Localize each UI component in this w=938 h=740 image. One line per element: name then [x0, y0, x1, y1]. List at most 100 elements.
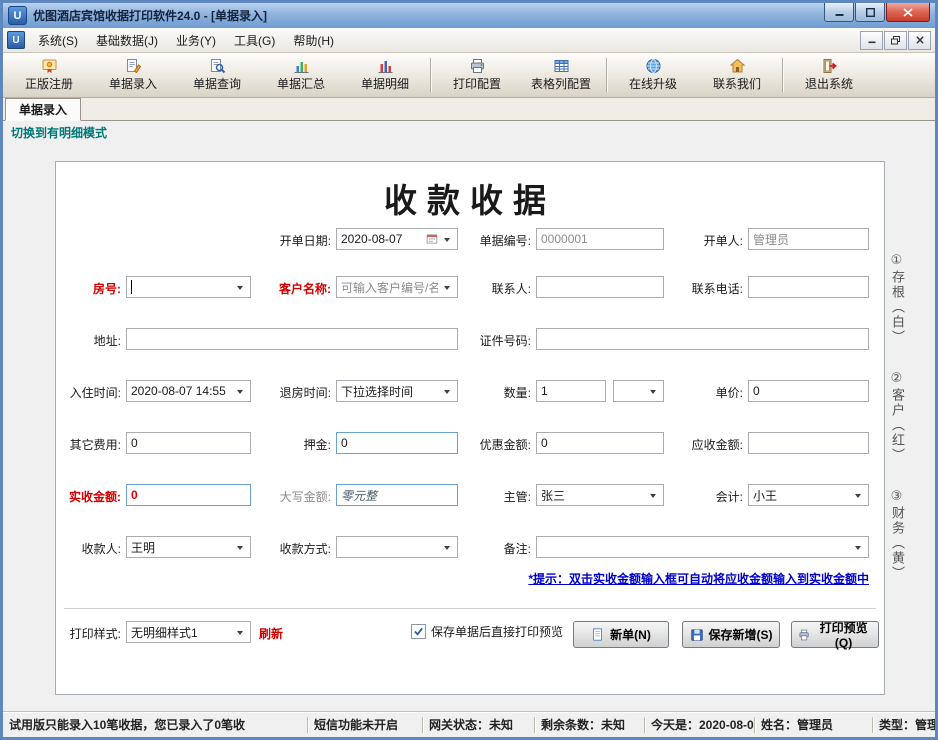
close-button[interactable] [886, 3, 930, 22]
copy-label-stub: ①存根（白） [888, 253, 907, 345]
received-input[interactable]: 0 [126, 484, 251, 506]
chevron-down-icon[interactable] [440, 381, 453, 401]
toolbar-separator [782, 58, 784, 92]
chevron-down-icon[interactable] [233, 622, 246, 642]
customer-combobox[interactable]: 可输入客户编号/名 [336, 276, 458, 298]
receipt-form-panel: 收款收据 开单日期: 2020-08-07 单据编号: 0000001 开单人:… [55, 161, 885, 695]
discount-input[interactable]: 0 [536, 432, 664, 454]
chevron-down-icon[interactable] [851, 485, 864, 505]
status-remaining: 剩余条数：未知 [535, 717, 645, 733]
status-gateway: 网关状态：未知 [423, 717, 535, 733]
pay-method-combobox[interactable] [336, 536, 458, 558]
address-input[interactable] [126, 328, 458, 350]
receivable-input[interactable] [748, 432, 869, 454]
payee-combobox[interactable]: 王明 [126, 536, 251, 558]
app-window: U 优图酒店宾馆收据打印软件24.0 - [单据录入] U 系统(S) 基础数据… [0, 0, 938, 740]
chevron-down-icon[interactable] [440, 277, 453, 297]
operator-input[interactable]: 管理员 [748, 228, 869, 250]
register-button[interactable]: 正版注册 [7, 54, 91, 96]
checkout-combobox[interactable]: 下拉选择时间 [336, 380, 458, 402]
exit-button[interactable]: 退出系统 [787, 54, 871, 96]
chevron-down-icon[interactable] [646, 485, 659, 505]
deposit-input[interactable]: 0 [336, 432, 458, 454]
chevron-down-icon[interactable] [440, 229, 453, 249]
receivable-field: 应收金额: [748, 432, 869, 454]
chevron-down-icon[interactable] [233, 381, 246, 401]
room-no-combobox[interactable] [126, 276, 251, 298]
maximize-button[interactable] [855, 3, 885, 22]
status-usertype: 类型：管理 [873, 717, 935, 733]
tab-bill-entry[interactable]: 单据录入 [5, 98, 81, 121]
amount-words-input[interactable]: 零元整 [336, 484, 458, 506]
checkbox-label: 保存单据后直接打印预览 [431, 623, 563, 640]
quantity-unit-combobox[interactable] [613, 380, 664, 402]
bill-no-input[interactable]: 0000001 [536, 228, 664, 250]
print-preview-checkbox-group[interactable]: 保存单据后直接打印预览 [411, 623, 563, 640]
address-label: 地址: [94, 332, 121, 349]
bill-detail-button[interactable]: 单据明细 [343, 54, 427, 96]
quantity-field: 数量: 1 [536, 380, 606, 402]
chevron-down-icon[interactable] [233, 537, 246, 557]
print-style-field: 打印样式: 无明细样式1 [126, 621, 251, 643]
print-config-button[interactable]: 打印配置 [435, 54, 519, 96]
print-preview-icon [798, 628, 810, 642]
refresh-link[interactable]: 刷新 [259, 625, 283, 642]
bill-summary-button[interactable]: 单据汇总 [259, 54, 343, 96]
checkbox-checked[interactable] [411, 624, 426, 639]
accountant-combobox[interactable]: 小王 [748, 484, 869, 506]
minimize-button[interactable] [824, 3, 854, 22]
unit-price-input[interactable]: 0 [748, 380, 869, 402]
contact-input[interactable] [536, 276, 664, 298]
pay-method-label: 收款方式: [280, 540, 331, 557]
mdi-restore-button[interactable] [884, 31, 907, 50]
customer-label: 客户名称: [279, 280, 331, 297]
bill-search-button[interactable]: 单据查询 [175, 54, 259, 96]
print-preview-button[interactable]: 打印预览(Q) [791, 621, 879, 648]
bill-no-label: 单据编号: [480, 232, 531, 249]
phone-label: 联系电话: [692, 280, 743, 297]
new-bill-button[interactable]: 新单(N) [573, 621, 669, 648]
supervisor-label: 主管: [504, 488, 531, 505]
text-cursor [131, 280, 132, 294]
calendar-icon[interactable] [426, 233, 438, 245]
menu-help[interactable]: 帮助(H) [284, 28, 343, 53]
chevron-down-icon[interactable] [646, 381, 659, 401]
menu-business[interactable]: 业务(Y) [167, 28, 225, 53]
payee-field: 收款人: 王明 [126, 536, 251, 558]
id-no-input[interactable] [536, 328, 869, 350]
status-username: 姓名：管理员 [755, 717, 873, 733]
other-fee-field: 其它费用: 0 [126, 432, 251, 454]
bill-date-picker[interactable]: 2020-08-07 [336, 228, 458, 250]
payee-label: 收款人: [82, 540, 121, 557]
switch-detail-mode-link[interactable]: 切换到有明细模式 [11, 124, 107, 141]
received-label: 实收金额: [69, 488, 121, 505]
quantity-input[interactable]: 1 [536, 380, 606, 402]
checkin-combobox[interactable]: 2020-08-07 14:55 [126, 380, 251, 402]
accountant-label: 会计: [716, 488, 743, 505]
bill-entry-button[interactable]: 单据录入 [91, 54, 175, 96]
unit-price-field: 单价: 0 [748, 380, 869, 402]
room-no-label: 房号: [93, 280, 121, 297]
register-icon [41, 58, 58, 74]
status-bar: 试用版只能录入10笔收据，您已录入了0笔收 短信功能未开启 网关状态：未知 剩余… [3, 712, 935, 737]
supervisor-combobox[interactable]: 张三 [536, 484, 664, 506]
chevron-down-icon[interactable] [851, 537, 864, 557]
other-fee-input[interactable]: 0 [126, 432, 251, 454]
menu-system[interactable]: 系统(S) [29, 28, 87, 53]
checkin-field: 入住时间: 2020-08-07 14:55 [126, 380, 251, 402]
print-style-combobox[interactable]: 无明细样式1 [126, 621, 251, 643]
received-amount-tip-link[interactable]: *提示：双击实收金额输入框可自动将应收金额输入到实收金额中 [528, 570, 869, 587]
menu-tools[interactable]: 工具(G) [225, 28, 284, 53]
chevron-down-icon[interactable] [440, 537, 453, 557]
mdi-minimize-button[interactable] [860, 31, 883, 50]
mdi-close-button[interactable] [908, 31, 931, 50]
contact-us-button[interactable]: 联系我们 [695, 54, 779, 96]
chevron-down-icon[interactable] [233, 277, 246, 297]
remark-combobox[interactable] [536, 536, 869, 558]
new-bill-icon [591, 627, 605, 642]
menu-base-data[interactable]: 基础数据(J) [87, 28, 167, 53]
table-config-button[interactable]: 表格列配置 [519, 54, 603, 96]
phone-input[interactable] [748, 276, 869, 298]
online-upgrade-button[interactable]: 在线升级 [611, 54, 695, 96]
save-new-button[interactable]: 保存新增(S) [682, 621, 780, 648]
